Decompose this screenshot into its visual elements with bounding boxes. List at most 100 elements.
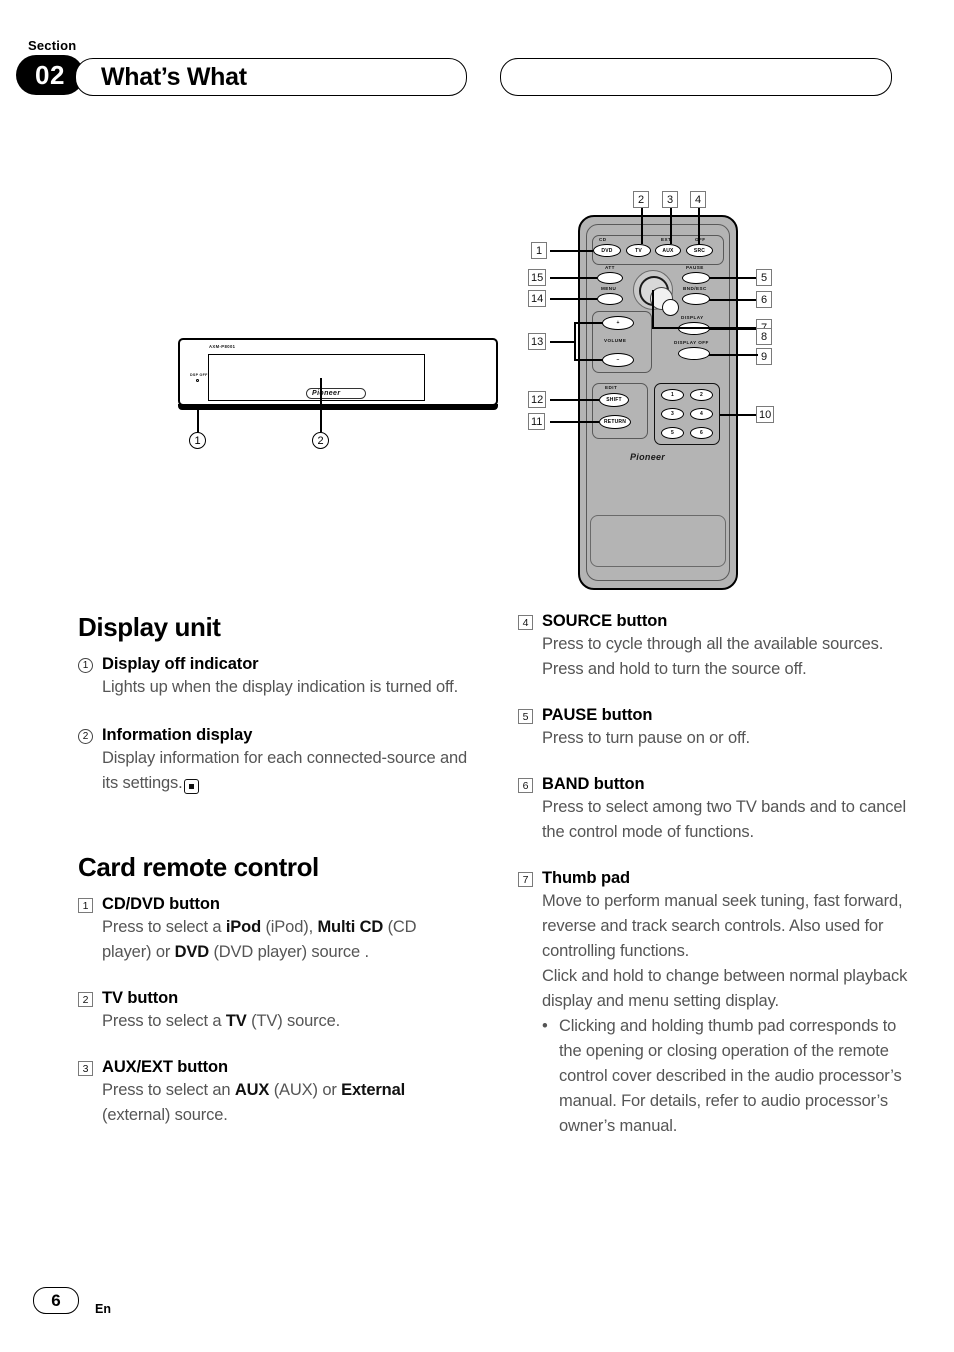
off-label: OFF <box>695 237 706 242</box>
pause-button[interactable] <box>682 272 710 284</box>
key-1[interactable]: 1 <box>661 389 684 401</box>
callout-rc-14: 14 <box>528 290 547 307</box>
item-body: Display information for each connected-s… <box>102 749 468 794</box>
display-off-button[interactable] <box>678 347 710 360</box>
list-item-tv-button: 2 TV button Press to select a TV (TV) so… <box>78 989 470 1034</box>
list-item-source-button: 4 SOURCE button Press to cycle through a… <box>518 612 910 682</box>
key-4[interactable]: 4 <box>690 408 713 420</box>
item-title: TV button <box>102 989 179 1007</box>
display-unit-base <box>178 404 498 410</box>
callout-rc-4: 4 <box>690 191 706 208</box>
page-number: 6 <box>33 1287 79 1314</box>
list-item-information-display: 2 Information display Display informatio… <box>78 726 470 796</box>
leader-rc-3 <box>670 208 672 244</box>
item-body: Move to perform manual seek tuning, fast… <box>542 892 908 1010</box>
aux-ext-button[interactable]: AUX <box>655 244 681 257</box>
menu-label: MENU <box>601 286 617 291</box>
callout-rc-8: 8 <box>756 328 772 345</box>
cd-label: CD <box>599 237 607 242</box>
edit-label: EDIT <box>605 385 618 390</box>
heading-card-remote-control: Card remote control <box>78 852 319 882</box>
volume-down-button[interactable]: – <box>602 353 634 367</box>
key-6[interactable]: 6 <box>690 427 713 439</box>
callout-rc-9: 9 <box>756 348 772 365</box>
marker-circle-2: 2 <box>78 729 93 744</box>
key-2[interactable]: 2 <box>690 389 713 401</box>
display-unit-diagram: AXM-P8001 DSP OFF Pioneer 1 2 <box>178 338 498 449</box>
right-column: 4 SOURCE button Press to cycle through a… <box>518 612 910 1158</box>
item-bullet: • Clicking and holding thumb pad corresp… <box>542 1014 910 1139</box>
source-button[interactable]: SRC <box>686 244 713 257</box>
leader-rc-4 <box>698 208 700 244</box>
key-3[interactable]: 3 <box>661 408 684 420</box>
item-body: Lights up when the display indication is… <box>102 678 459 696</box>
att-button[interactable] <box>597 272 623 284</box>
marker-square-7: 7 <box>518 872 533 887</box>
leader-line-du1 <box>197 410 199 432</box>
callout-rc-10: 10 <box>756 406 775 423</box>
callout-rc-15: 15 <box>528 269 547 286</box>
leader-rc-9 <box>709 354 758 356</box>
menu-button[interactable] <box>597 293 623 305</box>
header-title-pill: What’s What <box>75 58 467 96</box>
item-title: SOURCE button <box>542 612 668 630</box>
page-header: Section 02 What’s What <box>0 0 954 110</box>
list-item-band-button: 6 BAND button Press to select among two … <box>518 775 910 845</box>
item-body: Press to select among two TV bands and t… <box>542 798 906 841</box>
marker-square-3: 3 <box>78 1061 93 1076</box>
page-footer: 6 En <box>0 1262 954 1352</box>
remote-bottom-panel <box>590 515 726 567</box>
item-title: Information display <box>102 726 253 744</box>
display-unit-model-text: AXM-P8001 <box>209 344 236 349</box>
bullet-dot-icon: • <box>542 1017 548 1035</box>
list-item-pause-button: 5 PAUSE button Press to turn pause on or… <box>518 706 910 751</box>
item-body: Press to cycle through all the available… <box>542 635 884 678</box>
list-item-thumb-pad: 7 Thumb pad Move to perform manual seek … <box>518 869 910 1139</box>
callout-rc-13: 13 <box>528 333 547 350</box>
leader-rc-8 <box>709 328 758 330</box>
tv-button[interactable]: TV <box>626 244 651 257</box>
callout-rc-2: 2 <box>633 191 649 208</box>
leader-rc-2 <box>641 208 643 244</box>
leader-rc-5 <box>709 277 758 279</box>
leader-rc-11 <box>550 421 599 423</box>
section-label: Section <box>28 38 77 53</box>
manual-page: Section 02 What’s What AXM-P8001 DSP OFF… <box>0 0 954 1352</box>
marker-square-4: 4 <box>518 615 533 630</box>
language-code: En <box>95 1302 111 1316</box>
cd-dvd-button[interactable]: DVD <box>593 244 621 257</box>
band-button[interactable] <box>682 293 710 305</box>
key-5[interactable]: 5 <box>661 427 684 439</box>
volume-label: VOLUME <box>604 338 627 343</box>
thumb-pad-ring-2 <box>639 276 679 316</box>
marker-square-5: 5 <box>518 709 533 724</box>
list-item-cd-dvd-button: 1 CD/DVD button Press to select a iPod (… <box>78 895 470 965</box>
bullet-text: Clicking and holding thumb pad correspon… <box>559 1017 902 1135</box>
item-title: Display off indicator <box>102 655 259 673</box>
band-esc-label: BND/ESC <box>683 286 707 291</box>
item-title: Thumb pad <box>542 869 631 887</box>
return-button[interactable]: RETURN <box>599 415 631 429</box>
item-title: AUX/EXT button <box>102 1058 228 1076</box>
card-remote-diagram: CD DVD TV EXT AUX OFF SRC ATT MENU PAUSE… <box>528 191 775 590</box>
left-column: Display unit 1 Display off indicator Lig… <box>78 612 470 1147</box>
callout-rc-3: 3 <box>662 191 678 208</box>
callout-rc-12: 12 <box>528 391 547 408</box>
leader-rc-13 <box>550 341 575 343</box>
leader-rc-14 <box>550 298 597 300</box>
end-of-section-marker-icon <box>183 779 199 794</box>
att-label: ATT <box>605 265 615 270</box>
item-title: PAUSE button <box>542 706 653 724</box>
item-title: BAND button <box>542 775 645 793</box>
shift-button[interactable]: SHIFT <box>599 393 629 407</box>
leader-rc-10 <box>720 414 758 416</box>
pause-label: PAUSE <box>686 265 704 270</box>
volume-up-button[interactable]: + <box>602 316 634 330</box>
callout-du-1: 1 <box>189 432 206 449</box>
remote-pioneer-logo: Pioneer <box>630 452 666 462</box>
item-body: Press to select a TV (TV) source. <box>102 1012 341 1030</box>
dsp-off-label: DSP OFF <box>190 373 208 377</box>
thumb-pad-center <box>662 299 679 316</box>
leader-rc-1 <box>550 250 593 252</box>
list-item-aux-ext-button: 3 AUX/EXT button Press to select an AUX … <box>78 1058 470 1128</box>
